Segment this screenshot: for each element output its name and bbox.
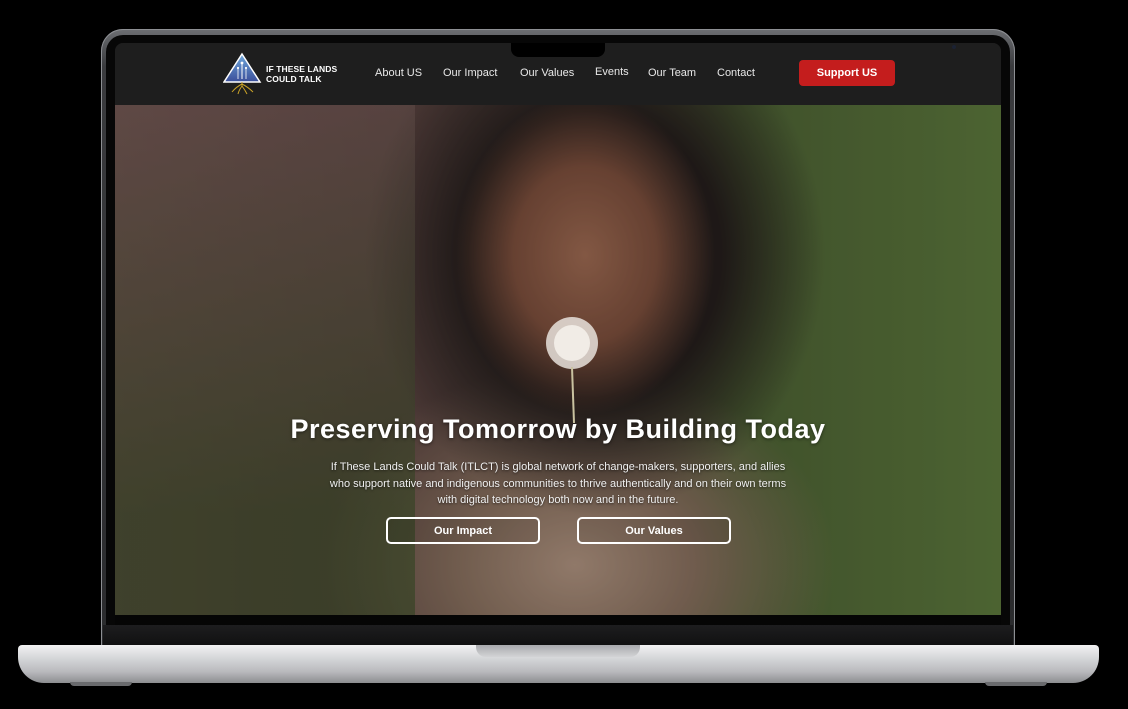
logo-text-line2: COULD TALK: [266, 74, 322, 84]
nav-item-impact[interactable]: Our Impact: [443, 67, 497, 79]
hero-description: If These Lands Could Talk (ITLCT) is glo…: [329, 461, 787, 506]
laptop-screen: IF THESE LANDS COULD TALK About US Our I…: [115, 43, 1001, 615]
hero-title: Preserving Tomorrow by Building Today: [290, 414, 826, 444]
site-logo[interactable]: IF THESE LANDS COULD TALK: [222, 52, 343, 96]
nav-item-events[interactable]: Events: [595, 66, 629, 78]
hero-content: Preserving Tomorrow by Building Today If…: [115, 105, 1001, 615]
our-values-button[interactable]: Our Values: [577, 517, 731, 544]
our-impact-button[interactable]: Our Impact: [386, 517, 540, 544]
screen-bottom-bezel: [115, 615, 1001, 625]
dandelion-icon: [546, 317, 598, 424]
site-header: IF THESE LANDS COULD TALK About US Our I…: [115, 43, 1001, 105]
logo-text-line1: IF THESE LANDS: [266, 64, 338, 74]
nav-item-contact[interactable]: Contact: [717, 67, 755, 79]
triangle-tree-logo-icon: [222, 52, 262, 95]
laptop-foot-left: [70, 682, 132, 686]
laptop-hinge: [103, 625, 1013, 645]
hero-section: Preserving Tomorrow by Building Today If…: [115, 105, 1001, 615]
laptop-foot-right: [985, 682, 1047, 686]
laptop-base-notch: [476, 645, 640, 657]
logo-text: IF THESE LANDS COULD TALK: [266, 64, 337, 84]
nav-item-values[interactable]: Our Values: [520, 67, 574, 79]
support-us-button[interactable]: Support US: [799, 60, 895, 86]
nav-item-about[interactable]: About US: [375, 67, 422, 79]
camera-notch: [511, 43, 956, 57]
camera-icon: [952, 45, 956, 49]
nav-item-team[interactable]: Our Team: [648, 67, 696, 79]
